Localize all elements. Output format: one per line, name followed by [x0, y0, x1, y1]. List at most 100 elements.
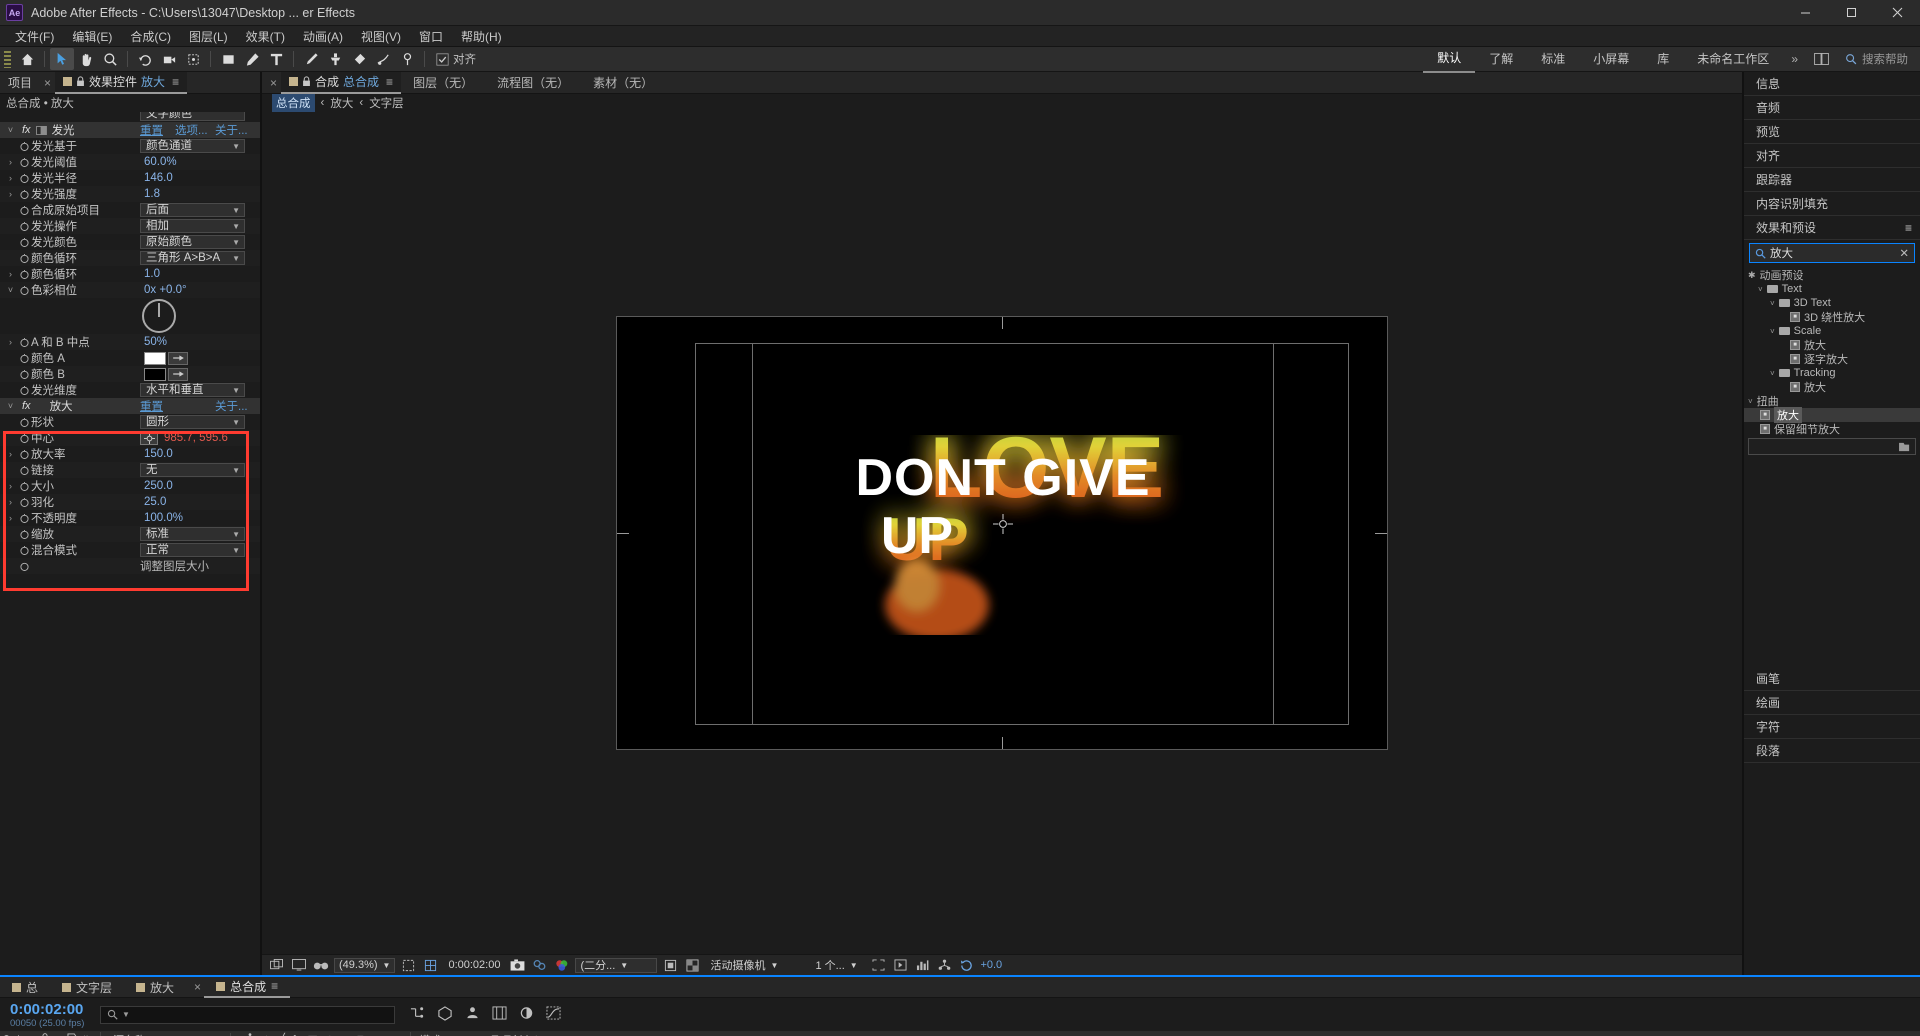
tree-item-tracking[interactable]: ˅ Tracking [1744, 366, 1920, 380]
anchor-point-tool-icon[interactable] [181, 48, 205, 70]
menu-composition[interactable]: 合成(C) [121, 26, 180, 47]
effect-center-crosshair-icon[interactable] [993, 514, 1013, 534]
twirl-down-icon[interactable]: ˅ [4, 401, 17, 411]
angle-dial-control[interactable] [142, 299, 176, 333]
stopwatch-icon[interactable] [17, 369, 31, 379]
search-help-box[interactable]: 搜索帮助 [1837, 51, 1920, 67]
hide-shy-layers-icon[interactable] [465, 1006, 480, 1023]
param-dropdown[interactable]: 原始颜色 ▼ [140, 235, 245, 249]
effects-presets-tree[interactable]: ✱ 动画预设 ˅ Text ˅ 3D Text ■ 3D 绕性放大 ˅ Scal… [1744, 266, 1920, 436]
reset-magnify-link[interactable]: 重置 [140, 398, 163, 414]
snapping-toggle[interactable]: 对齐 [436, 51, 476, 67]
fast-previews-icon[interactable] [892, 958, 909, 973]
comp-tab-close-icon[interactable]: × [262, 76, 281, 90]
stopwatch-icon[interactable] [17, 545, 31, 555]
stopwatch-icon[interactable] [17, 497, 31, 507]
effects-presets-menu-icon[interactable]: ≡ [1905, 221, 1912, 235]
stopwatch-icon[interactable] [17, 237, 31, 247]
tree-item-3d-text[interactable]: ˅ 3D Text [1744, 296, 1920, 310]
twirl-down-icon[interactable]: ˅ [4, 125, 17, 135]
tree-item-tracking-magnify[interactable]: ■ 放大 [1744, 380, 1920, 394]
tab-layer[interactable]: 图层（无） [401, 72, 485, 94]
tree-item-3d-magnify[interactable]: ■ 3D 绕性放大 [1744, 310, 1920, 324]
param-dropdown[interactable]: 无 ▼ [140, 463, 245, 477]
tree-item-per-char-magnify[interactable]: ■ 逐字放大 [1744, 352, 1920, 366]
stopwatch-icon[interactable] [17, 205, 31, 215]
param-row-resize-layer[interactable]: 调整图层大小 [0, 558, 260, 574]
stopwatch-icon[interactable] [17, 269, 31, 279]
maximize-button[interactable] [1828, 0, 1874, 26]
graph-editor-icon[interactable] [546, 1006, 561, 1023]
menu-help[interactable]: 帮助(H) [452, 26, 511, 47]
panel-paragraph[interactable]: 段落 [1744, 739, 1920, 763]
param-value[interactable]: 985.7, 595.6 [164, 432, 228, 444]
breadcrumb-item-1[interactable]: 放大 [330, 95, 353, 111]
param-value[interactable]: 60.0% [144, 156, 177, 168]
param-row-glow-based-on[interactable]: 发光基于 颜色通道 ▼ [0, 138, 260, 154]
roto-brush-tool-icon[interactable] [371, 48, 395, 70]
timeline-search-input[interactable]: ▼ [100, 1005, 395, 1024]
toolbar-grip[interactable] [4, 50, 11, 68]
param-value[interactable]: 1.0 [144, 268, 160, 280]
current-timecode-display[interactable]: 0:00:02:00 00050 (25.00 fps) [0, 1001, 100, 1029]
always-preview-icon[interactable] [268, 958, 285, 973]
composition-canvas[interactable]: LOVE UP DONT GIVE UP [616, 316, 1388, 750]
eyedropper-b-icon[interactable] [168, 367, 188, 381]
param-row-color-a[interactable]: 颜色 A [0, 350, 260, 366]
reset-exposure-icon[interactable] [958, 958, 975, 973]
composition-mini-flowchart-icon[interactable] [409, 1006, 425, 1023]
tl-tab-magnify[interactable]: 放大 [124, 977, 186, 998]
twirl-right-icon[interactable]: › [4, 497, 17, 507]
workspace-overflow-chevron-icon[interactable]: » [1783, 52, 1806, 66]
snapshot-icon[interactable] [509, 958, 526, 973]
twirl-right-icon[interactable]: › [4, 269, 17, 279]
pen-tool-icon[interactable] [240, 48, 264, 70]
clone-stamp-tool-icon[interactable] [323, 48, 347, 70]
about-glow-link[interactable]: 关于... [215, 122, 248, 138]
selection-tool-icon[interactable] [50, 48, 74, 70]
tree-item-animation-presets[interactable]: ✱ 动画预设 [1744, 268, 1920, 283]
param-dropdown[interactable]: 后面 ▼ [140, 203, 245, 217]
effects-search-input[interactable]: 放大 ✕ [1749, 243, 1915, 263]
brush-tool-icon[interactable] [299, 48, 323, 70]
panel-menu-icon[interactable]: ≡ [172, 75, 179, 89]
enable-motion-blur-icon[interactable] [519, 1006, 534, 1023]
camera-view-dropdown[interactable]: 活动摄像机 ▼ [706, 958, 806, 973]
main-viewer-icon[interactable] [290, 958, 307, 973]
param-dropdown[interactable]: 颜色通道 ▼ [140, 139, 245, 153]
twirl-down-icon[interactable]: ˅ [1770, 299, 1775, 308]
about-magnify-link[interactable]: 关于... [215, 398, 248, 414]
panel-effects-and-presets[interactable]: 效果和预设 ≡ [1744, 216, 1920, 240]
menu-edit[interactable]: 编辑(E) [63, 26, 121, 47]
tab-composition[interactable]: 合成 总合成 ≡ [281, 71, 402, 94]
panel-brushes[interactable]: 画笔 [1744, 667, 1920, 691]
panel-align[interactable]: 对齐 [1744, 144, 1920, 168]
tl-panel-menu-icon[interactable]: ≡ [271, 979, 278, 993]
param-value[interactable]: 50% [144, 336, 167, 348]
panel-content-aware-fill[interactable]: 内容识别填充 [1744, 192, 1920, 216]
twirl-right-icon[interactable]: › [4, 513, 17, 523]
exposure-value[interactable]: +0.0 [980, 959, 1002, 971]
twirl-right-icon[interactable]: › [4, 173, 17, 183]
param-value[interactable]: 0x +0.0° [144, 284, 187, 296]
param-row-composite-original[interactable]: 合成原始项目 后面 ▼ [0, 202, 260, 218]
param-row-color-phase[interactable]: ˅ 色彩相位 0x +0.0° [0, 282, 260, 298]
menu-file[interactable]: 文件(F) [6, 26, 63, 47]
tree-item-magnify-selected[interactable]: ■ 放大 [1744, 407, 1920, 423]
stopwatch-icon[interactable] [17, 385, 31, 395]
options-glow-link[interactable]: 选项... [175, 122, 208, 138]
eyedropper-a-icon[interactable] [168, 351, 188, 365]
monitor-layout-icon[interactable] [1806, 53, 1837, 65]
twirl-right-icon[interactable]: › [4, 157, 17, 167]
param-row-glow-dimensions[interactable]: 发光维度 水平和垂直 ▼ [0, 382, 260, 398]
enable-frame-blending-icon[interactable] [492, 1006, 507, 1023]
twirl-down-icon[interactable]: ˅ [1758, 285, 1763, 294]
tl-tab-text-layer[interactable]: 文字层 [50, 977, 124, 998]
tree-item-detail-preserving-upscale[interactable]: ■ 保留细节放大 [1744, 422, 1920, 436]
rectangle-tool-icon[interactable] [216, 48, 240, 70]
tab-flowchart[interactable]: 流程图（无） [485, 72, 581, 94]
panel-preview[interactable]: 预览 [1744, 120, 1920, 144]
home-icon[interactable] [15, 48, 39, 70]
twirl-right-icon[interactable]: › [4, 337, 17, 347]
tab-footage[interactable]: 素材（无） [581, 72, 665, 94]
